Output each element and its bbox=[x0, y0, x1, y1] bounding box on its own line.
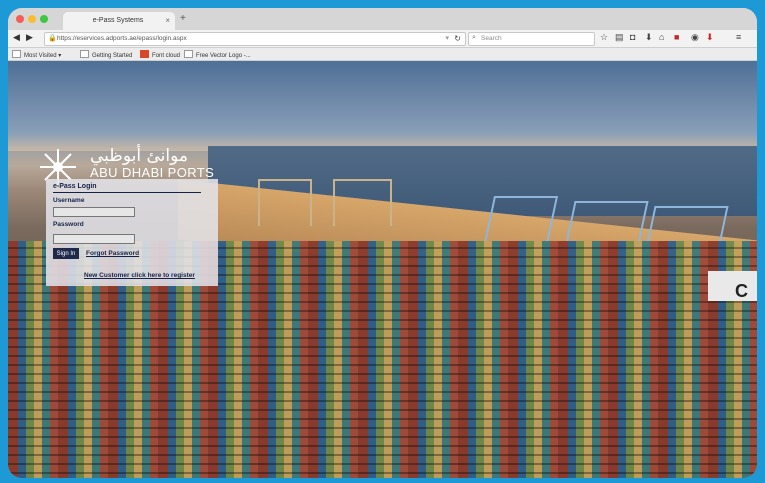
ship-graphic bbox=[708, 271, 757, 301]
navigation-bar: ◀ ▶ 🔒 https://eservices.adports.ae/epass… bbox=[8, 30, 757, 48]
password-input[interactable] bbox=[53, 234, 135, 244]
reload-icon[interactable]: ↻ bbox=[454, 34, 461, 43]
folder-icon bbox=[12, 50, 21, 58]
pocket-icon[interactable]: ◘ bbox=[630, 32, 635, 42]
sign-in-button[interactable]: Sign In bbox=[53, 248, 79, 259]
password-label: Password bbox=[53, 221, 84, 228]
username-label: Username bbox=[53, 197, 85, 204]
dropdown-arrow-icon[interactable]: ▾ bbox=[445, 34, 449, 42]
bookmark-label: Most Visited bbox=[24, 53, 57, 59]
crane-graphic bbox=[333, 179, 392, 226]
bookmark-label: Getting Started bbox=[92, 53, 133, 59]
title-divider bbox=[53, 192, 201, 193]
tab-title: e-Pass Systems bbox=[92, 17, 144, 24]
lock-icon: 🔒 bbox=[48, 35, 57, 42]
login-panel: e-Pass Login Username Password Sign In F… bbox=[46, 179, 218, 286]
reading-list-icon[interactable]: ▤ bbox=[615, 32, 624, 43]
bookmark-label: Free Vector Logo -... bbox=[196, 53, 251, 59]
bookmark-most-visited[interactable]: Most Visited ▾ bbox=[12, 50, 61, 59]
browser-window: e-Pass Systems × + ◀ ▶ 🔒 https://eservic… bbox=[8, 8, 757, 478]
download-icon[interactable]: ⬇ bbox=[645, 32, 653, 43]
tab-bar: e-Pass Systems × + bbox=[8, 8, 757, 30]
bookmark-label: Font cloud bbox=[152, 53, 181, 59]
username-input[interactable] bbox=[53, 207, 135, 217]
new-customer-register-link[interactable]: New Customer click here to register bbox=[84, 272, 195, 279]
tab-close-icon[interactable]: × bbox=[165, 16, 170, 25]
minimize-window-button[interactable] bbox=[28, 15, 36, 23]
search-placeholder: Search bbox=[481, 35, 502, 42]
back-icon[interactable]: ◀ bbox=[13, 32, 20, 43]
maximize-window-button[interactable] bbox=[40, 15, 48, 23]
bookmark-font-cloud[interactable]: Font cloud bbox=[140, 50, 180, 59]
extension-icon[interactable]: ■ bbox=[674, 32, 679, 42]
logo-arabic-text: موانئ أبوظبي bbox=[90, 146, 188, 166]
address-bar[interactable]: 🔒 https://eservices.adports.ae/epass/log… bbox=[44, 32, 466, 46]
home-icon[interactable]: ⌂ bbox=[659, 32, 664, 42]
page-icon bbox=[80, 50, 89, 58]
close-window-button[interactable] bbox=[16, 15, 24, 23]
ship-letter: C bbox=[735, 281, 748, 301]
search-icon: ⌕ bbox=[472, 34, 476, 41]
forward-icon[interactable]: ▶ bbox=[26, 32, 33, 43]
crane-graphic bbox=[258, 179, 312, 226]
forgot-password-link[interactable]: Forgot Password bbox=[86, 250, 139, 257]
bookmark-star-icon[interactable]: ☆ bbox=[600, 32, 608, 43]
bookmarks-bar: Most Visited ▾ Getting Started Font clou… bbox=[8, 48, 757, 61]
logo-english-text: ABU DHABI PORTS bbox=[90, 165, 215, 180]
new-tab-button[interactable]: + bbox=[180, 13, 186, 24]
tab-epass[interactable]: e-Pass Systems × bbox=[63, 12, 175, 30]
search-box[interactable]: ⌕ Search bbox=[468, 32, 595, 46]
bookmark-free-vector-logo[interactable]: Free Vector Logo -... bbox=[184, 50, 251, 59]
sync-icon[interactable]: ◉ bbox=[691, 32, 699, 43]
menu-icon[interactable]: ≡ bbox=[736, 32, 741, 42]
login-title: e-Pass Login bbox=[53, 183, 97, 190]
background-sky bbox=[8, 61, 757, 151]
url-text: https://eservices.adports.ae/epass/login… bbox=[57, 35, 187, 42]
font-cloud-icon bbox=[140, 50, 149, 58]
bookmark-getting-started[interactable]: Getting Started bbox=[80, 50, 132, 59]
page-icon bbox=[184, 50, 193, 58]
download-alert-icon[interactable]: ⬇ bbox=[706, 32, 714, 43]
